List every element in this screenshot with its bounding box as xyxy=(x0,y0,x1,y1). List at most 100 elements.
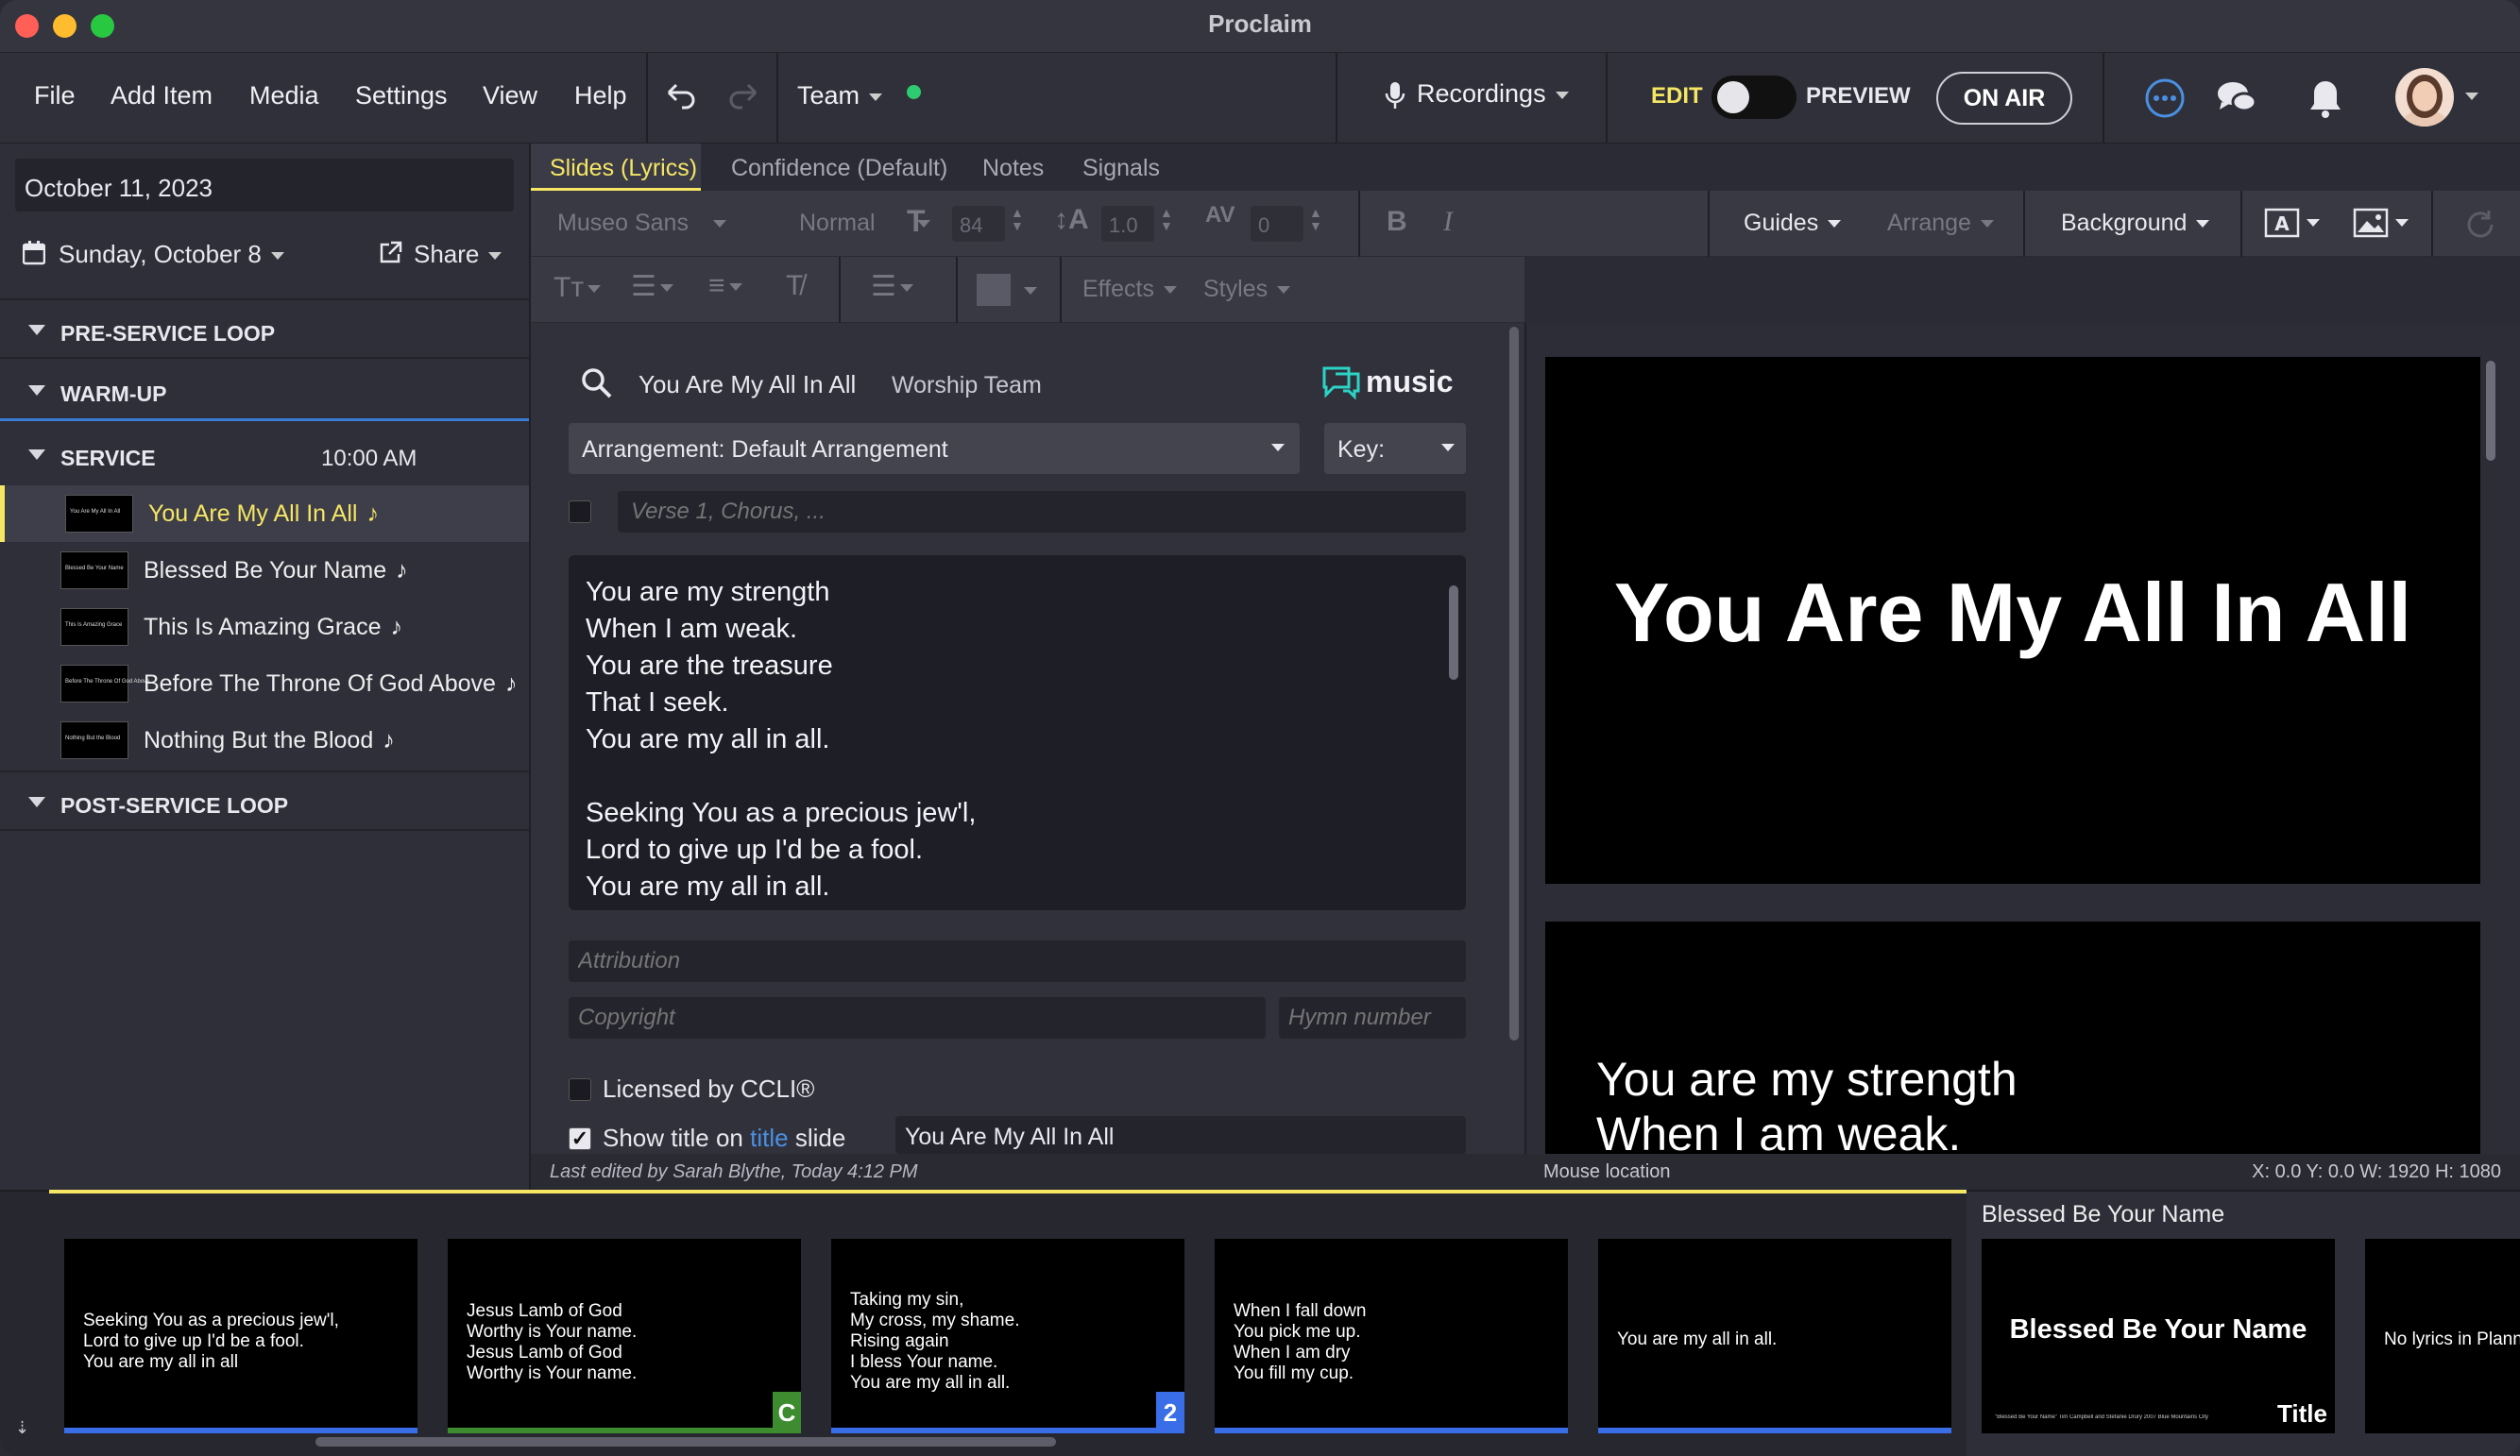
tab-signals[interactable]: Signals xyxy=(1082,155,1160,182)
tab-slides-lyrics[interactable]: Slides (Lyrics) xyxy=(550,155,697,182)
chorus-badge: C xyxy=(773,1392,801,1433)
menu-view[interactable]: View xyxy=(483,81,537,110)
letter-spacing-input[interactable]: 0 xyxy=(1251,206,1303,242)
undo-icon[interactable] xyxy=(663,81,697,114)
arrangement-select[interactable]: Arrangement: Default Arrangement xyxy=(569,423,1300,474)
tab-confidence[interactable]: Confidence (Default) xyxy=(731,155,947,182)
sequence-input[interactable] xyxy=(618,491,1466,533)
slide-thumbnail[interactable]: Jesus Lamb of God Worthy is Your name. J… xyxy=(448,1239,801,1433)
share-button[interactable]: Share xyxy=(378,240,502,269)
image-icon[interactable] xyxy=(2352,206,2390,245)
menu-settings[interactable]: Settings xyxy=(355,81,448,110)
font-size-stepper[interactable]: ▲ ▼ xyxy=(1011,206,1024,232)
slide-thumbnail[interactable]: You are my all in all. xyxy=(1598,1239,1951,1433)
font-size-input[interactable]: 84 xyxy=(952,206,1005,242)
text-case-icon[interactable]: Tт xyxy=(553,272,602,304)
tab-notes[interactable]: Notes xyxy=(982,155,1044,182)
show-title-checkbox[interactable]: ✓ xyxy=(569,1127,591,1150)
paragraph-icon[interactable]: ☰ xyxy=(871,270,913,303)
more-options-icon[interactable] xyxy=(2144,77,2186,124)
team-menu[interactable]: Team xyxy=(797,81,883,110)
list-item-song[interactable]: Nothing But the Blood Nothing But the Bl… xyxy=(0,712,529,769)
song-thumbnail: Nothing But the Blood xyxy=(60,721,128,759)
search-icon[interactable] xyxy=(580,366,614,405)
music-logo[interactable]: music xyxy=(1320,363,1453,400)
expand-strip-icon[interactable]: ⇣ xyxy=(15,1418,29,1438)
section-warm-up[interactable]: WARM-UP xyxy=(0,361,529,421)
sequence-checkbox[interactable] xyxy=(569,500,591,523)
list-item-song[interactable]: Before The Throne Of God Above Before Th… xyxy=(0,655,529,712)
chat-icon[interactable] xyxy=(2216,79,2257,122)
edit-preview-toggle[interactable] xyxy=(1711,76,1796,119)
effects-dropdown[interactable]: Effects xyxy=(1082,276,1177,303)
list-bullets-icon[interactable]: ☰ xyxy=(631,270,673,303)
bold-icon[interactable]: B xyxy=(1387,206,1407,238)
line-height-stepper[interactable]: ▲ ▼ xyxy=(1160,206,1173,232)
refresh-icon[interactable] xyxy=(2463,208,2497,246)
main-slide-preview[interactable]: You Are My All In All xyxy=(1545,357,2480,884)
attribution-input[interactable] xyxy=(569,940,1466,982)
song-name: Nothing But the Blood xyxy=(144,727,374,753)
share-icon xyxy=(380,241,402,263)
service-date-selector[interactable]: Sunday, October 8 xyxy=(22,240,284,269)
section-pre-service-loop[interactable]: PRE-SERVICE LOOP xyxy=(0,298,529,359)
menu-file[interactable]: File xyxy=(34,81,76,110)
guides-dropdown[interactable]: Guides xyxy=(1744,210,1842,237)
song-title[interactable]: You Are My All In All xyxy=(639,370,856,399)
slide-thumbnail-text: Jesus Lamb of God Worthy is Your name. J… xyxy=(467,1301,638,1383)
letter-spacing-stepper[interactable]: ▲ ▼ xyxy=(1309,206,1322,232)
menu-help[interactable]: Help xyxy=(574,81,627,110)
ccli-checkbox[interactable] xyxy=(569,1078,591,1101)
music-note-icon: ♪ xyxy=(383,727,395,753)
service-date-label: Sunday, October 8 xyxy=(59,240,262,268)
mouse-location-label: Mouse location xyxy=(1543,1161,1671,1182)
arrange-dropdown[interactable]: Arrange xyxy=(1887,210,1994,237)
chevron-down-icon[interactable] xyxy=(2395,219,2409,227)
list-item-song-active[interactable]: You Are My All In All You Are My All In … xyxy=(0,485,529,542)
section-post-service-loop[interactable]: POST-SERVICE LOOP xyxy=(0,770,529,831)
date-field[interactable]: October 11, 2023 xyxy=(15,159,514,212)
app-window: Proclaim File Add Item Media Settings Vi… xyxy=(0,0,2520,1456)
notifications-bell-icon[interactable] xyxy=(2307,77,2344,124)
preview-scrollbar[interactable] xyxy=(2486,361,2495,461)
line-height-input[interactable]: 1.0 xyxy=(1101,206,1154,242)
second-slide-preview[interactable]: You are my strength When I am weak. xyxy=(1545,922,2480,1154)
slide-thumbnail[interactable]: Taking my sin, My cross, my shame. Risin… xyxy=(831,1239,1184,1433)
redo-icon[interactable] xyxy=(727,81,761,114)
title-slide-thumbnail[interactable]: Blessed Be Your Name "Blessed Be Your Na… xyxy=(1982,1239,2335,1433)
title-slide-link[interactable]: title xyxy=(750,1124,788,1152)
divider xyxy=(2023,191,2025,257)
styles-dropdown[interactable]: Styles xyxy=(1203,276,1291,303)
chevron-down-icon[interactable] xyxy=(1024,287,1037,295)
italic-icon[interactable]: I xyxy=(1443,206,1453,238)
chevron-down-icon[interactable] xyxy=(2465,93,2478,100)
chevron-down-icon[interactable] xyxy=(2307,219,2320,227)
text-color-swatch[interactable] xyxy=(977,274,1011,306)
on-air-button[interactable]: ON AIR xyxy=(1936,72,2072,125)
menu-media[interactable]: Media xyxy=(249,81,319,110)
background-dropdown[interactable]: Background xyxy=(2061,210,2210,237)
menu-add-item[interactable]: Add Item xyxy=(111,81,213,110)
slide-thumbnail[interactable]: Seeking You as a precious jew'l, Lord to… xyxy=(64,1239,417,1433)
slide-thumbnail[interactable]: When I fall down You pick me up. When I … xyxy=(1215,1239,1568,1433)
strip-horizontal-scrollbar[interactable] xyxy=(315,1437,1056,1447)
clear-format-icon[interactable]: T̸ xyxy=(786,270,803,302)
hymn-number-input[interactable] xyxy=(1279,997,1466,1039)
user-avatar[interactable] xyxy=(2395,68,2454,127)
list-item-song[interactable]: This Is Amazing Grace This Is Amazing Gr… xyxy=(0,599,529,655)
mouse-coordinates: X: 0.0 Y: 0.0 W: 1920 H: 1080 xyxy=(2252,1161,2501,1182)
title-value-input[interactable]: You Are My All In All xyxy=(895,1116,1466,1154)
align-icon[interactable]: ≡ xyxy=(708,270,742,302)
text-box-icon[interactable]: A xyxy=(2263,206,2301,245)
section-service[interactable]: SERVICE 10:00 AM xyxy=(0,425,529,480)
key-select[interactable]: Key: xyxy=(1324,423,1466,474)
recordings-button[interactable]: Recordings xyxy=(1385,79,1569,110)
list-item-song[interactable]: Blessed Be Your Name Blessed Be Your Nam… xyxy=(0,542,529,599)
slide-thumbnail-text: Taking my sin, My cross, my shame. Risin… xyxy=(850,1290,1020,1393)
lyrics-editor[interactable]: You are my strength When I am weak. You … xyxy=(569,555,1466,910)
editor-scrollbar[interactable] xyxy=(1509,327,1519,1041)
font-family-select[interactable]: Museo Sans xyxy=(557,210,726,237)
slide-thumbnail[interactable]: No lyrics in Planning xyxy=(2365,1239,2520,1433)
copyright-input[interactable] xyxy=(569,997,1266,1039)
lyrics-scrollbar[interactable] xyxy=(1449,585,1458,680)
